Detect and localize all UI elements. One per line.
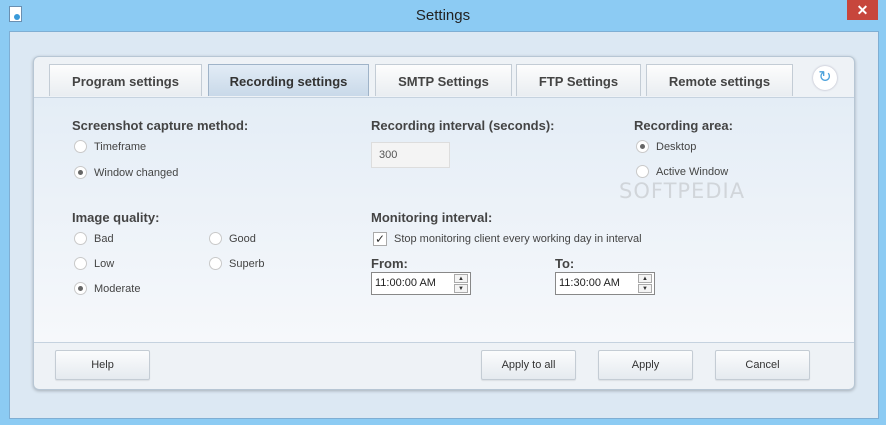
settings-panel: Program settings Recording settings SMTP… — [33, 56, 855, 390]
radio-label: Superb — [229, 257, 265, 270]
recording-interval-input[interactable]: 300 — [371, 142, 450, 168]
radio-good[interactable]: Good — [209, 232, 256, 245]
tab-content: Screenshot capture method: Timeframe Win… — [34, 97, 854, 343]
radio-desktop[interactable]: Desktop — [636, 140, 696, 153]
radio-circle — [636, 165, 649, 178]
radio-label: Low — [94, 257, 115, 270]
radio-moderate[interactable]: Moderate — [74, 282, 140, 295]
radio-label: Moderate — [94, 282, 141, 295]
radio-window-changed[interactable]: Window changed — [74, 166, 178, 179]
from-spinner[interactable]: ▲ ▼ — [454, 274, 468, 293]
radio-bad[interactable]: Bad — [74, 232, 114, 245]
to-spinner[interactable]: ▲ ▼ — [638, 274, 652, 293]
radio-circle — [74, 166, 87, 179]
close-button[interactable]: ✕ — [847, 0, 878, 20]
image-quality-title: Image quality: — [72, 210, 160, 225]
tab-smtp-settings[interactable]: SMTP Settings — [375, 64, 512, 96]
radio-label: Good — [229, 232, 256, 245]
tab-recording-settings[interactable]: Recording settings — [208, 64, 369, 96]
radio-circle — [209, 232, 222, 245]
radio-label: Timeframe — [94, 140, 147, 153]
radio-label: Active Window — [656, 165, 729, 178]
help-button[interactable]: Help — [55, 350, 150, 380]
window-title: Settings — [415, 7, 471, 24]
spin-down-icon[interactable]: ▼ — [638, 284, 652, 293]
cancel-button[interactable]: Cancel — [715, 350, 810, 380]
radio-label: Desktop — [656, 140, 697, 153]
to-label: To: — [555, 256, 575, 271]
radio-active-window[interactable]: Active Window — [636, 165, 728, 178]
spin-up-icon[interactable]: ▲ — [638, 274, 652, 283]
monitoring-interval-title: Monitoring interval: — [371, 210, 493, 225]
checkbox-label: Stop monitoring client every working day… — [394, 233, 642, 245]
apply-to-all-button[interactable]: Apply to all — [481, 350, 576, 380]
radio-circle — [74, 140, 87, 153]
radio-circle — [74, 257, 87, 270]
from-label: From: — [371, 256, 408, 271]
refresh-icon[interactable]: ↻ — [813, 66, 837, 90]
stop-monitoring-checkbox[interactable]: ✓ Stop monitoring client every working d… — [373, 232, 642, 246]
radio-circle — [209, 257, 222, 270]
title-bar: Settings ✕ — [0, 0, 886, 31]
spin-up-icon[interactable]: ▲ — [454, 274, 468, 283]
to-time-picker[interactable]: 11:30:00 AM ▲ ▼ — [555, 272, 655, 295]
apply-button[interactable]: Apply — [598, 350, 693, 380]
recording-interval-title: Recording interval (seconds): — [371, 118, 555, 133]
recording-area-title: Recording area: — [634, 118, 733, 133]
from-time-value: 11:00:00 AM — [375, 277, 436, 289]
radio-low[interactable]: Low — [74, 257, 114, 270]
capture-method-title: Screenshot capture method: — [72, 118, 249, 133]
tab-program-settings[interactable]: Program settings — [49, 64, 202, 96]
to-time-value: 11:30:00 AM — [559, 277, 620, 289]
radio-label: Bad — [94, 232, 114, 245]
watermark: SOFTPEDIA — [619, 179, 746, 203]
spin-down-icon[interactable]: ▼ — [454, 284, 468, 293]
window-client: Program settings Recording settings SMTP… — [9, 31, 879, 419]
tab-remote-settings[interactable]: Remote settings — [646, 64, 793, 96]
radio-circle — [74, 232, 87, 245]
radio-label: Window changed — [94, 166, 179, 179]
checkmark-icon: ✓ — [373, 232, 387, 246]
from-time-picker[interactable]: 11:00:00 AM ▲ ▼ — [371, 272, 471, 295]
radio-circle — [636, 140, 649, 153]
tab-ftp-settings[interactable]: FTP Settings — [516, 64, 641, 96]
radio-timeframe[interactable]: Timeframe — [74, 140, 146, 153]
radio-circle — [74, 282, 87, 295]
radio-superb[interactable]: Superb — [209, 257, 264, 270]
